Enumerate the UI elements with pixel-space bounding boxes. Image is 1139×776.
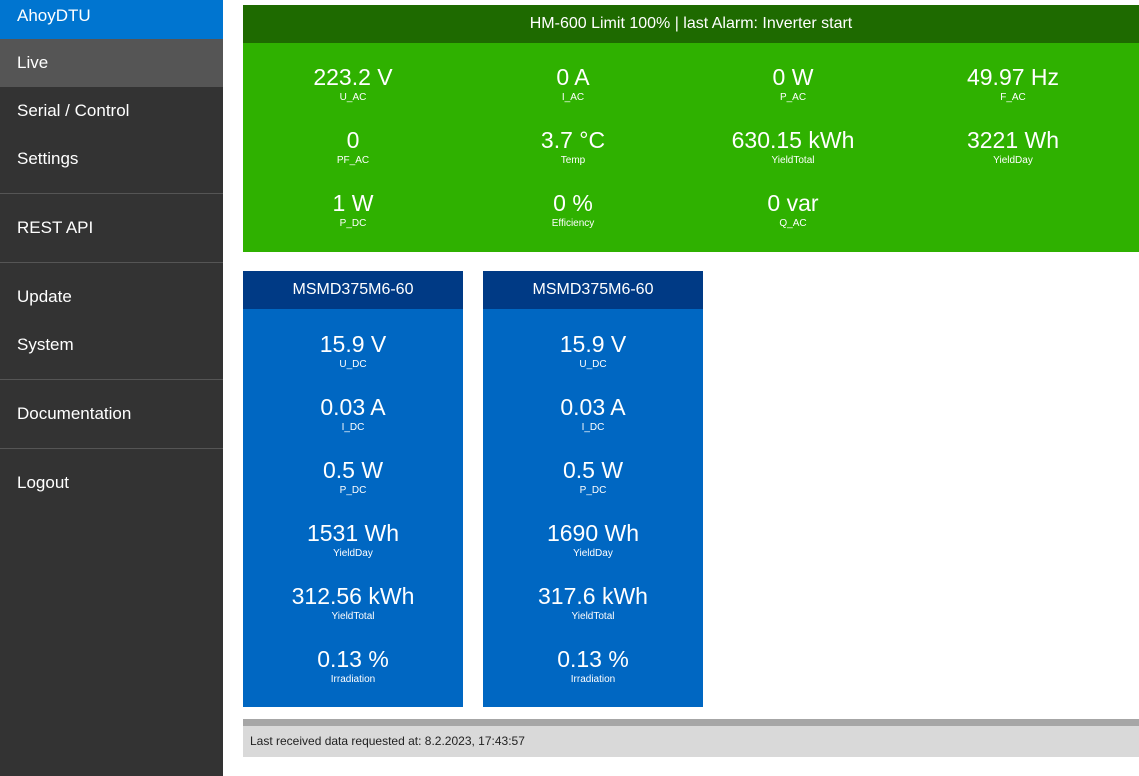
value-label: YieldTotal	[331, 611, 375, 622]
value: 0 A	[556, 64, 590, 90]
nav-item-rest-api[interactable]: REST API	[0, 204, 223, 252]
value-cell: 1531 Wh YieldDay	[243, 518, 463, 581]
value: 15.9 V	[319, 331, 387, 357]
value: 630.15 kWh	[731, 127, 855, 153]
nav-item-logout[interactable]: Logout	[0, 459, 223, 507]
nav-item-serial-control[interactable]: Serial / Control	[0, 87, 223, 135]
value-cell: 223.2 V U_AC	[243, 62, 463, 125]
value: 0	[346, 127, 360, 153]
value: 0.13 %	[317, 646, 389, 672]
value-label: YieldDay	[993, 155, 1033, 166]
value-label: PF_AC	[336, 155, 370, 166]
brand-link[interactable]: AhoyDTU	[0, 0, 223, 39]
module-panel: MSMD375M6-60 15.9 V U_DC 0.03 A I_DC 0.5 W…	[243, 271, 463, 707]
value: 0 var	[767, 190, 819, 216]
module-values: 15.9 V U_DC 0.03 A I_DC 0.5 W P_DC 1531 Wh Y…	[243, 309, 463, 707]
value-cell: 15.9 V U_DC	[243, 329, 463, 392]
nav-divider	[0, 438, 223, 449]
main-content: HM-600 Limit 100% | last Alarm: Inverter…	[243, 5, 1139, 757]
value-cell: 0 A I_AC	[463, 62, 683, 125]
value: 3221 Wh	[966, 127, 1060, 153]
value-cell: 15.9 V U_DC	[483, 329, 703, 392]
value-label: Efficiency	[551, 218, 595, 229]
nav-divider	[0, 369, 223, 380]
value-cell: 0.13 % Irradiation	[243, 644, 463, 707]
value-cell: 1 W P_DC	[243, 188, 463, 251]
value-cell: 3221 Wh YieldDay	[903, 125, 1123, 188]
nav-item-system[interactable]: System	[0, 321, 223, 369]
value-label: Q_AC	[779, 218, 807, 229]
value: 0.5 W	[322, 457, 384, 483]
value-label: YieldTotal	[771, 155, 815, 166]
module-header: MSMD375M6-60	[243, 271, 463, 309]
module-panel: MSMD375M6-60 15.9 V U_DC 0.03 A I_DC 0.5 W…	[483, 271, 703, 707]
value: 0 W	[772, 64, 814, 90]
value-label: YieldDay	[573, 548, 613, 559]
value-label: YieldDay	[333, 548, 373, 559]
value: 0.03 A	[560, 394, 626, 420]
value: 317.6 kWh	[538, 583, 648, 609]
value: 0 %	[553, 190, 593, 216]
value-cell: 3.7 °C Temp	[463, 125, 683, 188]
value-cell: 0.5 W P_DC	[243, 455, 463, 518]
value-cell: 0 PF_AC	[243, 125, 463, 188]
value-label: P_AC	[779, 92, 807, 103]
value-cell: 317.6 kWh YieldTotal	[483, 581, 703, 644]
value-label: U_AC	[339, 92, 367, 103]
value: 49.97 Hz	[966, 64, 1060, 90]
value-cell: 49.97 Hz F_AC	[903, 62, 1123, 125]
value: 0.03 A	[320, 394, 386, 420]
value-label: U_DC	[339, 359, 367, 370]
nav-item-update[interactable]: Update	[0, 273, 223, 321]
module-values: 15.9 V U_DC 0.03 A I_DC 0.5 W P_DC 1690 Wh Y…	[483, 309, 703, 707]
value: 3.7 °C	[540, 127, 606, 153]
value-cell: 0.03 A I_DC	[243, 392, 463, 455]
value: 312.56 kWh	[291, 583, 415, 609]
module-header: MSMD375M6-60	[483, 271, 703, 309]
value-label: P_DC	[339, 218, 367, 229]
value-cell: 0.03 A I_DC	[483, 392, 703, 455]
value-label: P_DC	[579, 485, 607, 496]
sidebar: AhoyDTU Live Serial / Control Settings R…	[0, 0, 223, 776]
nav-item-documentation[interactable]: Documentation	[0, 390, 223, 438]
value: 1 W	[332, 190, 374, 216]
nav-divider	[0, 252, 223, 263]
value-label: Temp	[560, 155, 586, 166]
inverter-values: 223.2 V U_AC 0 A I_AC 0 W P_AC 49.97 Hz F_AC…	[243, 43, 1139, 251]
value: 0.13 %	[557, 646, 629, 672]
value-label: Irradiation	[570, 674, 616, 685]
value-cell: 0 W P_AC	[683, 62, 903, 125]
value-label: I_DC	[341, 422, 365, 433]
value-label: I_AC	[561, 92, 585, 103]
inverter-header: HM-600 Limit 100% | last Alarm: Inverter…	[243, 5, 1139, 43]
value-cell: 312.56 kWh YieldTotal	[243, 581, 463, 644]
value-cell: 1690 Wh YieldDay	[483, 518, 703, 581]
value-cell: 0 var Q_AC	[683, 188, 903, 251]
nav-item-settings[interactable]: Settings	[0, 135, 223, 183]
value-label: I_DC	[581, 422, 605, 433]
value-cell: 630.15 kWh YieldTotal	[683, 125, 903, 188]
value-cell: 0 % Efficiency	[463, 188, 683, 251]
inverter-panel: HM-600 Limit 100% | last Alarm: Inverter…	[243, 5, 1139, 252]
value-label: U_DC	[579, 359, 607, 370]
value-cell: 0.13 % Irradiation	[483, 644, 703, 707]
value-label: YieldTotal	[571, 611, 615, 622]
value-label: Irradiation	[330, 674, 376, 685]
value: 1531 Wh	[306, 520, 400, 546]
value: 0.5 W	[562, 457, 624, 483]
value-label: F_AC	[1000, 92, 1026, 103]
nav-item-live[interactable]: Live	[0, 39, 223, 87]
footer-status: Last received data requested at: 8.2.202…	[243, 719, 1139, 757]
value: 223.2 V	[313, 64, 393, 90]
value: 15.9 V	[559, 331, 627, 357]
nav-divider	[0, 183, 223, 194]
value-cell: 0.5 W P_DC	[483, 455, 703, 518]
value-label: P_DC	[339, 485, 367, 496]
value: 1690 Wh	[546, 520, 640, 546]
